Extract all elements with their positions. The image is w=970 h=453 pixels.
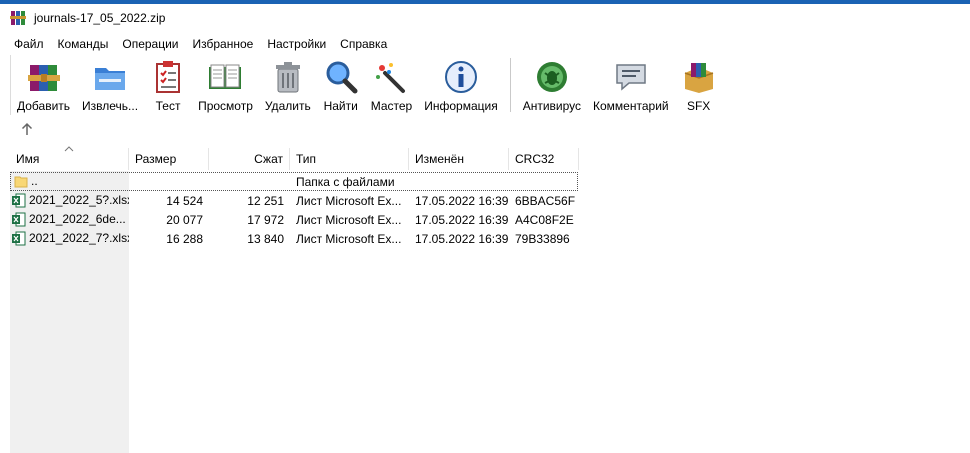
comment-label: Комментарий [593,99,669,113]
column-packed-label: Сжат [254,152,283,166]
column-packed[interactable]: Сжат [209,148,290,170]
file-list-header: Имя Размер Сжат Тип Изменён CRC32 [10,146,579,170]
sfx-button[interactable]: SFX [675,55,723,115]
file-type: Лист Microsoft Ex... [296,231,402,246]
menu-file[interactable]: Файл [7,37,51,51]
file-crc32: 6BBAC56F [515,193,576,208]
book-icon [207,59,243,95]
find-button[interactable]: Найти [317,55,365,115]
extract-button[interactable]: Извлечь... [76,55,144,115]
file-packed: 17 972 [247,212,284,227]
add-label: Добавить [17,99,71,113]
file-packed: 12 251 [247,193,284,208]
table-row[interactable]: 2021_2022_7?.xlsx 16 288 13 840 Лист Mic… [10,229,579,248]
column-name-label: Имя [16,152,40,166]
file-size: 20 077 [166,212,203,227]
file-size: 16 288 [166,231,203,246]
extract-label: Извлечь... [82,99,139,113]
folder-icon [14,174,28,189]
file-crc32: 79B33896 [515,231,570,246]
bug-shield-icon [534,59,570,95]
excel-file-icon [12,193,26,208]
file-name: 2021_2022_7?.xlsx [29,230,129,245]
menu-bar: Файл Команды Операции Избранное Настройк… [0,34,394,54]
info-icon [443,59,479,95]
checklist-icon [150,59,186,95]
column-name[interactable]: Имя [10,146,129,170]
parent-folder-name: .. [31,173,38,188]
menu-commands[interactable]: Команды [51,37,116,51]
antivirus-label: Антивирус [522,99,582,113]
info-label: Информация [424,99,498,113]
file-modified: 17.05.2022 16:39 [415,193,509,208]
file-modified: 17.05.2022 16:39 [415,231,509,246]
excel-file-icon [12,212,26,227]
delete-label: Удалить [264,99,311,113]
toolbar-separator [509,58,511,112]
excel-file-icon [12,231,26,246]
file-packed: 13 840 [247,231,284,246]
menu-favorites[interactable]: Избранное [186,37,261,51]
column-crc32[interactable]: CRC32 [509,148,579,170]
table-row[interactable]: 2021_2022_6de... 20 077 17 972 Лист Micr… [10,210,579,229]
magnifier-icon [323,59,359,95]
test-label: Тест [155,99,181,113]
menu-operations[interactable]: Операции [115,37,185,51]
magic-wand-icon [373,59,409,95]
column-type[interactable]: Тип [290,148,409,170]
view-button[interactable]: Просмотр [192,55,259,115]
file-name: 2021_2022_5?.xlsx [29,192,129,207]
winrar-app-icon [10,10,26,26]
title-bar: journals-17_05_2022.zip [0,4,970,32]
menu-settings[interactable]: Настройки [260,37,333,51]
window-title: journals-17_05_2022.zip [34,11,166,25]
wizard-label: Мастер [370,99,413,113]
menu-help[interactable]: Справка [333,37,394,51]
extract-folder-icon [92,59,128,95]
trash-icon [270,59,306,95]
antivirus-button[interactable]: Антивирус [517,55,587,115]
speech-bubble-icon [613,59,649,95]
file-list: .. Папка с файлами 2021_2022_5?.xlsx 14 … [10,172,579,248]
add-button[interactable]: Добавить [11,55,76,115]
column-size[interactable]: Размер [129,148,209,170]
sfx-box-icon [681,59,717,95]
column-modified-label: Изменён [415,152,464,166]
column-crc32-label: CRC32 [515,152,555,166]
up-arrow-icon[interactable] [20,122,38,140]
view-label: Просмотр [198,99,253,113]
column-modified[interactable]: Изменён [409,148,509,170]
table-row[interactable]: 2021_2022_5?.xlsx 14 524 12 251 Лист Mic… [10,191,579,210]
comment-button[interactable]: Комментарий [587,55,675,115]
column-size-label: Размер [135,152,177,166]
parent-folder-row[interactable]: .. Папка с файлами [10,172,578,191]
sfx-label: SFX [686,99,711,113]
info-button[interactable]: Информация [418,55,503,115]
find-label: Найти [323,99,358,113]
parent-folder-type: Папка с файлами [296,174,395,189]
file-crc32: A4C08F2E [515,212,574,227]
wizard-button[interactable]: Мастер [365,55,419,115]
archive-add-icon [26,59,62,95]
file-name: 2021_2022_6de... [29,211,126,226]
test-button[interactable]: Тест [144,55,192,115]
file-type: Лист Microsoft Ex... [296,212,402,227]
delete-button[interactable]: Удалить [259,55,317,115]
file-size: 14 524 [166,193,203,208]
file-modified: 17.05.2022 16:39 [415,212,509,227]
toolbar: Добавить Извлечь... Тест Просмотр Удалит… [10,55,723,115]
file-type: Лист Microsoft Ex... [296,193,402,208]
sort-asc-icon [64,146,74,152]
column-type-label: Тип [296,152,317,166]
